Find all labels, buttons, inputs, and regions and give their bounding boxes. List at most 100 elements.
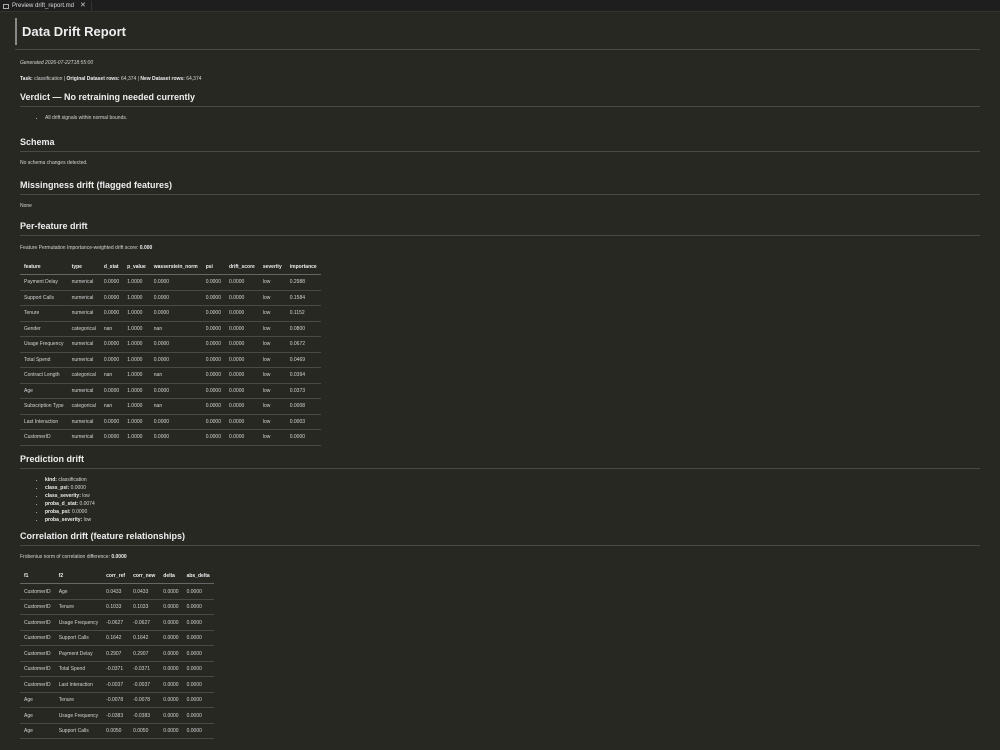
- cell-type: categorical: [67, 367, 100, 384]
- cell-psi: 0.0000: [201, 305, 225, 322]
- per-feature-heading: Per-feature drift: [20, 221, 980, 236]
- cell-severity: low: [258, 414, 286, 430]
- cell-corr-new: 0.0433: [129, 583, 160, 600]
- cell-type: numerical: [67, 274, 100, 291]
- cell-abs-delta: 0.0000: [182, 599, 214, 616]
- column-header-drift-score: drift_score: [224, 260, 259, 275]
- cell-d-stat: 0.0000: [99, 429, 124, 446]
- cell-wasserstein-norm: nan: [149, 398, 202, 415]
- cell-wasserstein-norm: nan: [149, 367, 202, 384]
- cell-severity: low: [258, 336, 286, 353]
- title-block: Data Drift Report: [15, 18, 980, 45]
- cell-importance: 0.0008: [285, 398, 321, 415]
- cell-f2: Tenure: [54, 599, 103, 616]
- cell-delta: 0.0000: [159, 630, 183, 647]
- correlation-row: CustomerID Payment Delay 0.2907 0.2907 0.000…: [20, 645, 214, 662]
- cell-f2: Support Calls: [54, 630, 103, 647]
- feature-row: Age numerical 0.0000 1.0000 0.0000 0.0000 0.00…: [20, 383, 321, 399]
- cell-psi: 0.0000: [201, 367, 225, 384]
- cell-f1: CustomerID: [20, 614, 55, 631]
- column-header-wasserstein-norm: wasserstein_norm: [149, 260, 202, 275]
- correlation-row: Age Support Calls 0.0050 0.0050 0.0000 0.0000: [20, 723, 214, 740]
- cell-abs-delta: 0.0000: [182, 692, 214, 709]
- cell-delta: 0.0000: [159, 676, 183, 693]
- new-rows-value: 64,374: [186, 76, 202, 82]
- prediction-value: classification: [58, 476, 87, 483]
- cell-corr-ref: -0.0383: [102, 707, 130, 724]
- cell-severity: low: [258, 383, 286, 399]
- editor-tab-bar: Preview drift_report.md ✕: [0, 0, 1000, 12]
- cell-drift-score: 0.0000: [224, 414, 259, 430]
- cell-drift-score: 0.0000: [224, 383, 259, 399]
- cell-f1: Age: [20, 692, 55, 709]
- column-header-type: type: [67, 260, 100, 275]
- column-header-corr-new: corr_new: [129, 569, 160, 585]
- cell-feature: Gender: [20, 321, 68, 337]
- cell-wasserstein-norm: 0.0000: [149, 352, 202, 368]
- original-rows-label: Original Dataset rows:: [66, 76, 120, 82]
- cell-importance: 0.0003: [285, 414, 321, 430]
- drift-score-line: Feature Permutation Importance-weighted …: [20, 245, 980, 251]
- cell-psi: 0.0000: [201, 414, 225, 430]
- cell-p-value: 1.0000: [123, 274, 150, 291]
- cell-type: numerical: [67, 414, 100, 430]
- feature-row: Total Spend numerical 0.0000 1.0000 0.0000 0.…: [20, 352, 321, 368]
- cell-drift-score: 0.0000: [224, 398, 259, 415]
- close-icon[interactable]: ✕: [80, 1, 86, 11]
- cell-feature: Payment Delay: [20, 274, 68, 291]
- cell-delta: 0.0000: [159, 723, 183, 740]
- cell-drift-score: 0.0000: [224, 336, 259, 353]
- cell-wasserstein-norm: nan: [149, 321, 202, 337]
- cell-importance: 0.0672: [285, 336, 321, 353]
- cell-severity: low: [258, 290, 286, 306]
- correlation-row: CustomerID Age 0.0433 0.0433 0.0000 0.0000: [20, 583, 214, 600]
- cell-wasserstein-norm: 0.0000: [149, 383, 202, 399]
- cell-severity: low: [258, 398, 286, 415]
- cell-corr-ref: 0.2907: [102, 645, 130, 662]
- cell-p-value: 1.0000: [123, 429, 150, 446]
- column-header-p-value: p_value: [123, 260, 150, 275]
- original-rows-value: 64,374: [121, 76, 137, 82]
- cell-d-stat: nan: [99, 398, 124, 415]
- cell-drift-score: 0.0000: [224, 305, 259, 322]
- cell-abs-delta: 0.0000: [182, 614, 214, 631]
- cell-importance: 0.0800: [285, 321, 321, 337]
- feature-row: Usage Frequency numerical 0.0000 1.0000 0.00…: [20, 336, 321, 353]
- cell-corr-new: 0.1642: [129, 630, 160, 647]
- cell-p-value: 1.0000: [123, 352, 150, 368]
- cell-corr-new: -0.0037: [129, 676, 160, 693]
- cell-type: numerical: [67, 352, 100, 368]
- cell-d-stat: 0.0000: [99, 352, 124, 368]
- tab-preview-drift-report[interactable]: Preview drift_report.md ✕: [0, 1, 92, 11]
- cell-drift-score: 0.0000: [224, 352, 259, 368]
- cell-d-stat: nan: [99, 367, 124, 384]
- cell-wasserstein-norm: 0.0000: [149, 429, 202, 446]
- prediction-item: class_psi: 0.0000: [45, 485, 980, 491]
- cell-feature: Contract Length: [20, 367, 68, 384]
- cell-f1: CustomerID: [20, 583, 55, 600]
- tab-label: Preview drift_report.md: [12, 3, 75, 9]
- cell-feature: Last Interaction: [20, 414, 68, 430]
- prediction-item: proba_d_stat: 0.0074: [45, 501, 980, 507]
- page-title: Data Drift Report: [22, 24, 127, 39]
- cell-feature: Tenure: [20, 305, 68, 322]
- cell-type: numerical: [67, 305, 100, 322]
- cell-d-stat: 0.0000: [99, 336, 124, 353]
- prediction-item: class_severity: low: [45, 493, 980, 499]
- cell-severity: low: [258, 367, 286, 384]
- cell-delta: 0.0000: [159, 583, 183, 600]
- correlation-row: Age Usage Frequency -0.0383 -0.0383 0.0000 0.…: [20, 707, 214, 724]
- prediction-item: kind: classification: [45, 477, 980, 483]
- column-header-psi: psi: [201, 260, 225, 275]
- feature-row: Contract Length categorical nan 1.0000 nan 0.…: [20, 367, 321, 384]
- title-rule: [15, 49, 980, 50]
- cell-importance: 0.2988: [285, 274, 321, 291]
- cell-f1: CustomerID: [20, 676, 55, 693]
- generated-timestamp: Generated 2026-07-22T18:55:00: [20, 60, 94, 66]
- column-header-importance: importance: [285, 260, 321, 275]
- cell-feature: Total Spend: [20, 352, 68, 368]
- cell-type: categorical: [67, 398, 100, 415]
- cell-severity: low: [258, 321, 286, 337]
- prediction-list: kind: classification class_psi: 0.0000 cla…: [15, 477, 980, 524]
- cell-type: numerical: [67, 383, 100, 399]
